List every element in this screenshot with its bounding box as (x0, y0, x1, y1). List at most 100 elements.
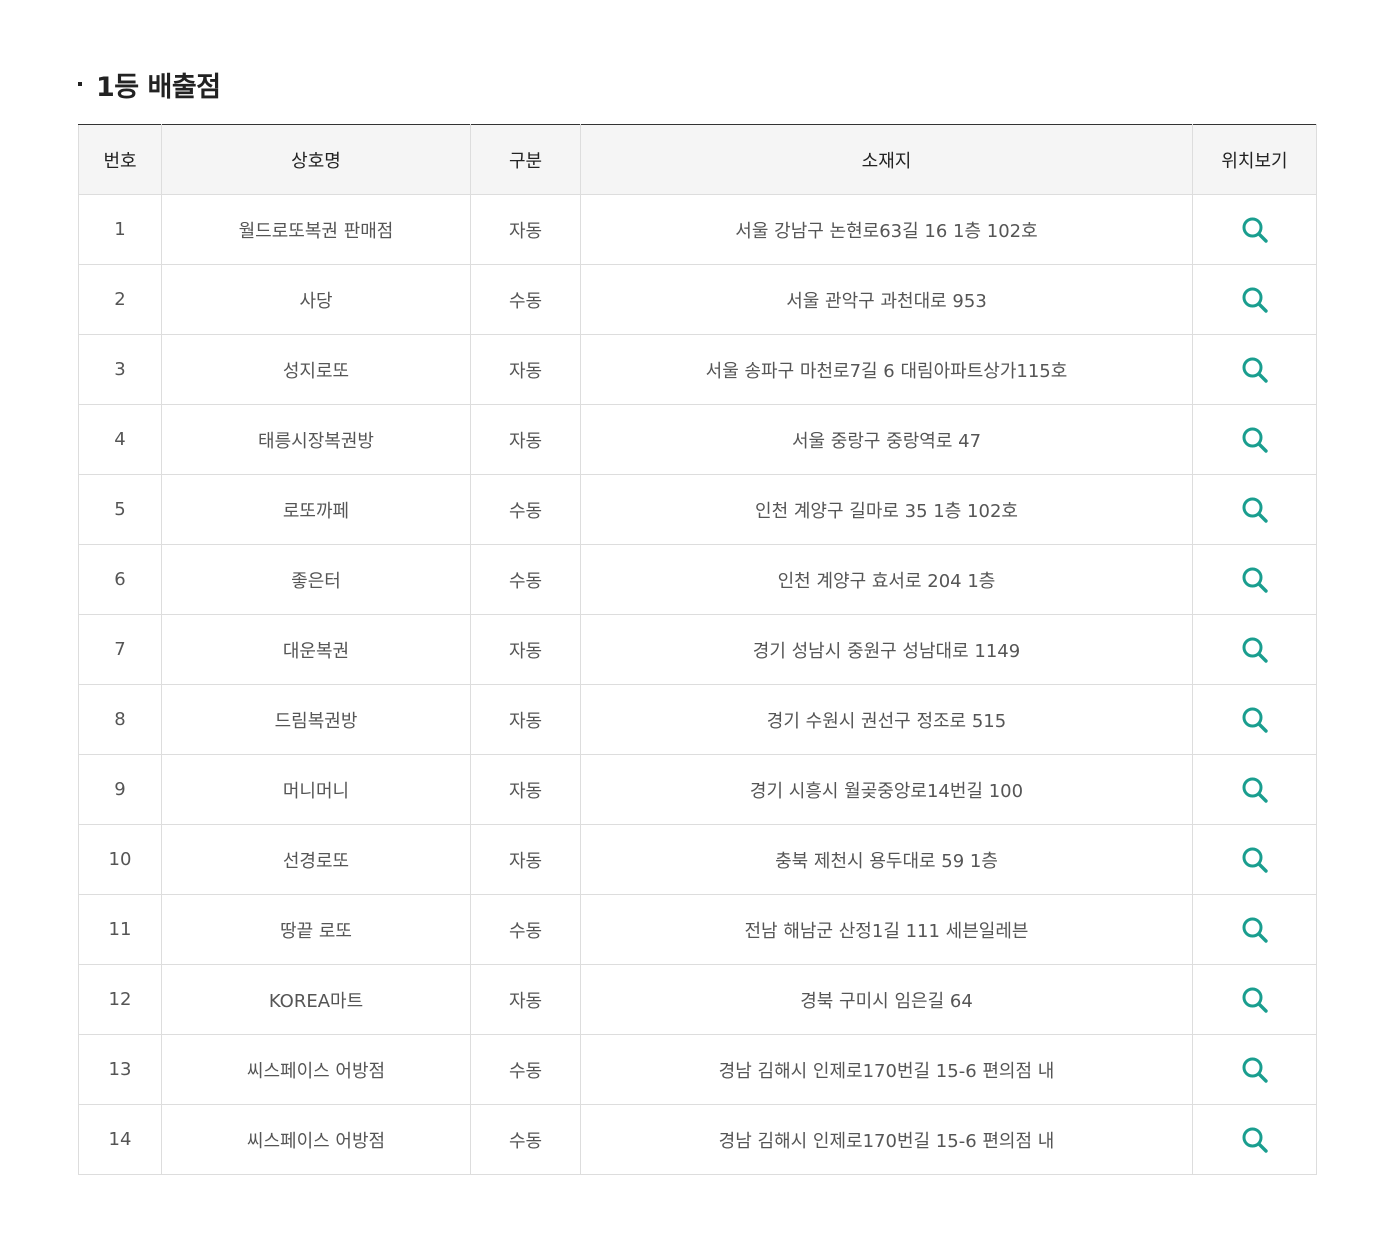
table-row: 12 KOREA마트 자동 경북 구미시 임은길 64 (78, 964, 1317, 1035)
cell-type: 자동 (470, 614, 581, 685)
search-icon (1242, 357, 1268, 383)
cell-type: 자동 (470, 754, 581, 825)
search-icon (1242, 1127, 1268, 1153)
search-icon (1242, 707, 1268, 733)
view-location-button[interactable] (1239, 214, 1271, 246)
cell-no: 12 (78, 964, 162, 1035)
view-location-button[interactable] (1239, 634, 1271, 666)
cell-no: 2 (78, 264, 162, 335)
cell-address: 경기 성남시 중원구 성남대로 1149 (580, 614, 1193, 685)
cell-map (1192, 1104, 1317, 1175)
cell-type: 수동 (470, 894, 581, 965)
cell-map (1192, 1034, 1317, 1105)
winning-stores-table: 번호 상호명 구분 소재지 위치보기 1 월드로또복권 판매점 자동 서울 강남구 논… (78, 124, 1317, 1175)
table-row: 6 좋은터 수동 인천 계양구 효서로 204 1층 (78, 544, 1317, 615)
cell-no: 4 (78, 404, 162, 475)
header-map: 위치보기 (1192, 124, 1317, 195)
cell-address: 서울 강남구 논현로63길 16 1층 102호 (580, 194, 1193, 265)
cell-type: 수동 (470, 1034, 581, 1105)
cell-type: 자동 (470, 964, 581, 1035)
cell-store-name: KOREA마트 (161, 964, 471, 1035)
view-location-button[interactable] (1239, 564, 1271, 596)
cell-address: 서울 중랑구 중랑역로 47 (580, 404, 1193, 475)
cell-store-name: 선경로또 (161, 824, 471, 895)
cell-address: 서울 송파구 마천로7길 6 대림아파트상가115호 (580, 334, 1193, 405)
cell-store-name: 좋은터 (161, 544, 471, 615)
cell-store-name: 월드로또복권 판매점 (161, 194, 471, 265)
cell-store-name: 성지로또 (161, 334, 471, 405)
cell-map (1192, 754, 1317, 825)
cell-store-name: 대운복권 (161, 614, 471, 685)
cell-address: 경남 김해시 인제로170번길 15-6 편의점 내 (580, 1104, 1193, 1175)
view-location-button[interactable] (1239, 774, 1271, 806)
table-row: 8 드림복권방 자동 경기 수원시 권선구 정조로 515 (78, 684, 1317, 755)
view-location-button[interactable] (1239, 284, 1271, 316)
cell-address: 인천 계양구 효서로 204 1층 (580, 544, 1193, 615)
cell-type: 자동 (470, 194, 581, 265)
cell-no: 6 (78, 544, 162, 615)
cell-no: 14 (78, 1104, 162, 1175)
cell-map (1192, 614, 1317, 685)
cell-store-name: 태릉시장복권방 (161, 404, 471, 475)
section-title: 1등 배출점 (78, 64, 221, 104)
view-location-button[interactable] (1239, 494, 1271, 526)
search-icon (1242, 777, 1268, 803)
cell-map (1192, 404, 1317, 475)
cell-map (1192, 474, 1317, 545)
table-row: 4 태릉시장복권방 자동 서울 중랑구 중랑역로 47 (78, 404, 1317, 475)
cell-type: 수동 (470, 264, 581, 335)
search-icon (1242, 497, 1268, 523)
cell-type: 자동 (470, 824, 581, 895)
cell-no: 9 (78, 754, 162, 825)
view-location-button[interactable] (1239, 424, 1271, 456)
cell-store-name: 씨스페이스 어방점 (161, 1034, 471, 1105)
table-row: 5 로또까페 수동 인천 계양구 길마로 35 1층 102호 (78, 474, 1317, 545)
cell-map (1192, 894, 1317, 965)
view-location-button[interactable] (1239, 354, 1271, 386)
cell-map (1192, 194, 1317, 265)
header-type: 구분 (470, 124, 581, 195)
table-row: 7 대운복권 자동 경기 성남시 중원구 성남대로 1149 (78, 614, 1317, 685)
cell-address: 경기 시흥시 월곶중앙로14번길 100 (580, 754, 1193, 825)
table-body: 1 월드로또복권 판매점 자동 서울 강남구 논현로63길 16 1층 102호 2 사당… (78, 194, 1317, 1175)
cell-address: 경기 수원시 권선구 정조로 515 (580, 684, 1193, 755)
search-icon (1242, 427, 1268, 453)
table-row: 2 사당 수동 서울 관악구 과천대로 953 (78, 264, 1317, 335)
cell-map (1192, 544, 1317, 615)
cell-type: 자동 (470, 404, 581, 475)
cell-no: 1 (78, 194, 162, 265)
search-icon (1242, 217, 1268, 243)
cell-map (1192, 334, 1317, 405)
cell-no: 13 (78, 1034, 162, 1105)
table-row: 10 선경로또 자동 충북 제천시 용두대로 59 1층 (78, 824, 1317, 895)
page-title: 1등 배출점 (96, 71, 221, 103)
cell-address: 경북 구미시 임은길 64 (580, 964, 1193, 1035)
header-address: 소재지 (580, 124, 1193, 195)
search-icon (1242, 917, 1268, 943)
cell-address: 전남 해남군 산정1길 111 세븐일레븐 (580, 894, 1193, 965)
search-icon (1242, 987, 1268, 1013)
view-location-button[interactable] (1239, 1124, 1271, 1156)
view-location-button[interactable] (1239, 1054, 1271, 1086)
table-header-row: 번호 상호명 구분 소재지 위치보기 (78, 124, 1317, 195)
table-row: 14 씨스페이스 어방점 수동 경남 김해시 인제로170번길 15-6 편의점 내 (78, 1104, 1317, 1175)
view-location-button[interactable] (1239, 914, 1271, 946)
cell-store-name: 머니머니 (161, 754, 471, 825)
cell-store-name: 땅끝 로또 (161, 894, 471, 965)
table-row: 9 머니머니 자동 경기 시흥시 월곶중앙로14번길 100 (78, 754, 1317, 825)
view-location-button[interactable] (1239, 704, 1271, 736)
header-no: 번호 (78, 124, 162, 195)
table-row: 3 성지로또 자동 서울 송파구 마천로7길 6 대림아파트상가115호 (78, 334, 1317, 405)
cell-store-name: 드림복권방 (161, 684, 471, 755)
bullet-icon (78, 82, 82, 86)
cell-map (1192, 684, 1317, 755)
cell-type: 수동 (470, 544, 581, 615)
view-location-button[interactable] (1239, 844, 1271, 876)
cell-no: 8 (78, 684, 162, 755)
cell-no: 5 (78, 474, 162, 545)
search-icon (1242, 637, 1268, 663)
cell-type: 수동 (470, 474, 581, 545)
search-icon (1242, 287, 1268, 313)
table-row: 11 땅끝 로또 수동 전남 해남군 산정1길 111 세븐일레븐 (78, 894, 1317, 965)
view-location-button[interactable] (1239, 984, 1271, 1016)
